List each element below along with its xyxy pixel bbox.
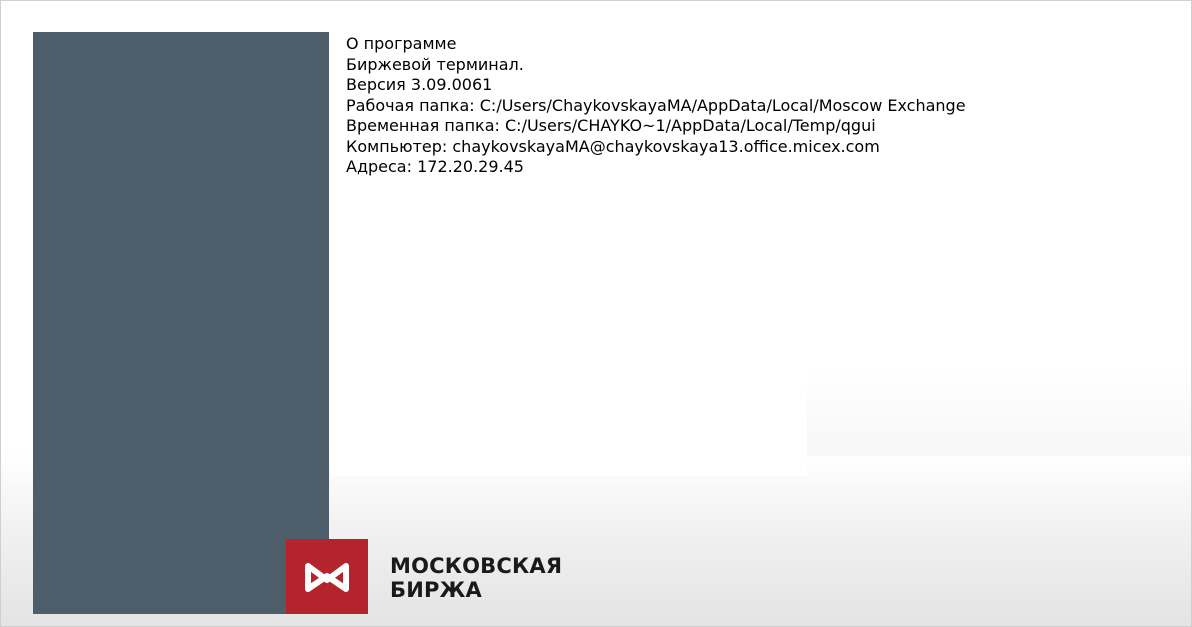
about-title: О программе: [346, 34, 457, 53]
addresses-text: Адреса: 172.20.29.45: [346, 157, 524, 176]
computer-text: Компьютер: chaykovskayaMA@chaykovskaya13…: [346, 136, 880, 156]
logo-text-line2: БИРЖА: [390, 578, 482, 602]
product-name: Биржевой терминал.: [346, 54, 524, 74]
about-info-list: О программе Биржевой терминал. Версия 3.…: [346, 34, 1191, 178]
side-panel: [33, 32, 329, 614]
logo-text-line1: МОСКОВСКАЯ: [390, 554, 563, 578]
moscow-exchange-logo-icon: [286, 539, 368, 614]
about-dialog: О программе Биржевой терминал. Версия 3.…: [0, 0, 1192, 627]
work-folder-text: Рабочая папка: C:/Users/ChaykovskayaMA/A…: [346, 95, 966, 115]
temp-folder-text: Временная папка: C:/Users/CHAYKO~1/AppDa…: [346, 116, 876, 135]
version-text: Версия 3.09.0061: [346, 75, 493, 94]
moscow-exchange-logo-text: МОСКОВСКАЯ БИРЖА: [390, 554, 562, 602]
